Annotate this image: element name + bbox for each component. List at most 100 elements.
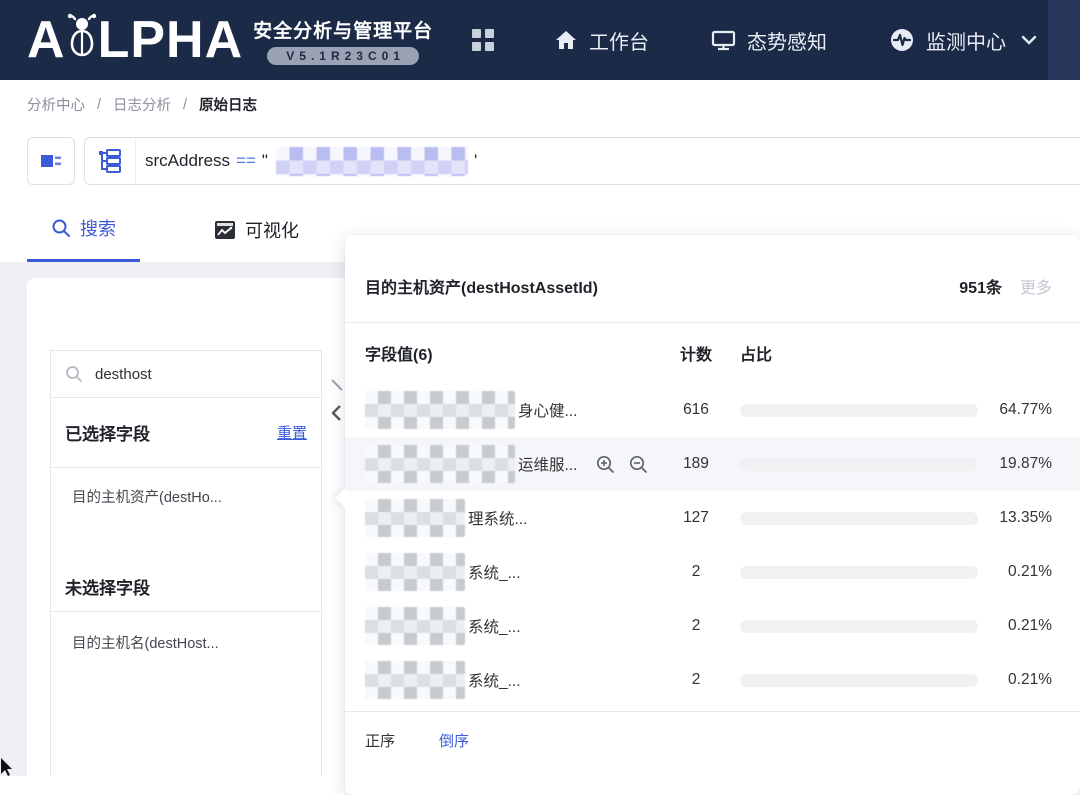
sort-footer: 正序 倒序: [345, 711, 1080, 751]
query-open-quote: ": [262, 151, 268, 171]
search-icon: [65, 365, 83, 383]
row-percent: 0.21%: [978, 617, 1052, 635]
tab-visualization[interactable]: 可视化: [190, 205, 323, 262]
platform-subtitle: 安全分析与管理平台: [253, 16, 433, 43]
layout-icon: [40, 152, 62, 170]
field-value-tail: 系统_...: [468, 561, 521, 583]
version-badge: V5.1R23C01: [267, 47, 419, 65]
chart-window-icon: [214, 220, 236, 240]
breadcrumb-separator: /: [183, 97, 187, 113]
field-value-tail: 理系统...: [468, 507, 527, 529]
selected-fields-title: 已选择字段: [65, 420, 150, 445]
selected-field-item[interactable]: 目的主机资产(destHo...: [72, 486, 307, 507]
stats-row[interactable]: 系统_... 2 0.21%: [345, 545, 1080, 599]
row-percent: 13.35%: [978, 509, 1052, 527]
tree-structure-icon: [97, 148, 123, 174]
query-value-redacted: [276, 147, 468, 176]
stats-row[interactable]: 身心健... 616 64.77%: [345, 383, 1080, 437]
column-field-value: 字段值(6): [365, 341, 660, 365]
column-ratio: 占比: [740, 341, 978, 365]
popover-header: 目的主机资产(destHostAssetId) 951条 更多: [345, 235, 1080, 323]
search-icon: [51, 218, 71, 238]
ratio-bar: [740, 404, 978, 417]
field-value-tail: 系统_...: [468, 615, 521, 637]
redacted-value: [365, 661, 465, 699]
row-percent: 64.77%: [978, 401, 1052, 419]
nav-item-label: 工作台: [589, 26, 649, 55]
chevron-down-icon: [1021, 34, 1037, 46]
layout-view-button[interactable]: [27, 137, 75, 185]
breadcrumb: 分析中心 / 日志分析 / 原始日志: [27, 94, 257, 115]
breadcrumb-raw-logs: 原始日志: [199, 94, 257, 115]
nav-item-situation[interactable]: 态势感知: [711, 26, 827, 55]
nav-item-monitoring-center[interactable]: 监测中心: [889, 26, 1037, 55]
stats-row[interactable]: 理系统... 127 13.35%: [345, 491, 1080, 545]
result-tabs: 搜索 可视化: [0, 205, 323, 262]
filter-include-zoom-in-icon[interactable]: [596, 455, 615, 474]
redacted-value: [365, 391, 515, 429]
unselected-field-item[interactable]: 目的主机名(destHost...: [72, 632, 307, 653]
ratio-bar: [740, 512, 978, 525]
nav-item-label: 监测中心: [926, 26, 1006, 55]
redacted-value: [365, 499, 465, 537]
unselected-fields-header: 未选择字段: [51, 561, 321, 612]
row-count: 2: [660, 563, 732, 581]
search-query-field[interactable]: srcAddress == " ': [84, 137, 1080, 185]
fields-sidebar: 已选择字段 重置 目的主机资产(destHo... 未选择字段 目的主机名(de…: [50, 350, 322, 776]
tab-label: 可视化: [245, 217, 299, 243]
more-link[interactable]: 更多: [1020, 274, 1052, 298]
redacted-value: [365, 607, 465, 645]
apps-grid-icon[interactable]: [470, 27, 496, 53]
field-stats-popover: 目的主机资产(destHostAssetId) 951条 更多 字段值(6) 计…: [345, 235, 1080, 795]
query-bar: srcAddress == " ': [0, 132, 1080, 192]
popover-title: 目的主机资产(destHostAssetId): [365, 274, 598, 298]
redacted-value: [365, 553, 465, 591]
query-field-name: srcAddress: [145, 151, 230, 171]
breadcrumb-log-analysis[interactable]: 日志分析: [113, 94, 171, 115]
unselected-fields-title: 未选择字段: [65, 574, 150, 599]
row-count: 2: [660, 671, 732, 689]
ratio-bar: [740, 620, 978, 633]
query-tree-button[interactable]: [85, 138, 136, 184]
tab-search[interactable]: 搜索: [27, 205, 140, 262]
row-count: 127: [660, 509, 732, 527]
row-count: 2: [660, 617, 732, 635]
nav-item-workbench[interactable]: 工作台: [554, 26, 649, 55]
stats-column-headers: 字段值(6) 计数 占比: [345, 323, 1080, 383]
row-count: 616: [660, 401, 732, 419]
ratio-bar: [740, 566, 978, 579]
field-value-tail: 运维服...: [518, 453, 577, 475]
breadcrumb-separator: /: [97, 97, 101, 113]
reset-link[interactable]: 重置: [277, 422, 307, 443]
top-navbar: A LPHA 安全分析与管理平台 V5.1R23C01: [0, 0, 1080, 80]
row-count: 189: [660, 455, 732, 473]
sidebar-collapse-chevron-left-icon[interactable]: [328, 378, 344, 422]
sort-descending-link[interactable]: 倒序: [439, 730, 469, 751]
breadcrumb-analysis-center[interactable]: 分析中心: [27, 94, 85, 115]
nav-item-label: 态势感知: [747, 26, 827, 55]
query-expression[interactable]: srcAddress == " ': [136, 147, 477, 176]
field-search-input[interactable]: [95, 366, 275, 383]
unselected-fields-list: 目的主机名(destHost...: [51, 612, 321, 653]
query-operator: ==: [236, 151, 256, 171]
sort-ascending-link[interactable]: 正序: [365, 730, 395, 751]
ratio-bar: [740, 674, 978, 687]
selected-fields-list: 目的主机资产(destHo...: [51, 468, 321, 561]
selected-fields-header: 已选择字段 重置: [51, 398, 321, 468]
field-value-tail: 系统_...: [468, 669, 521, 691]
stats-rows: 身心健... 616 64.77% 运维服...: [345, 383, 1080, 707]
row-percent: 0.21%: [978, 671, 1052, 689]
field-search-box[interactable]: [51, 351, 321, 398]
mouse-cursor: [0, 758, 14, 776]
row-percent: 0.21%: [978, 563, 1052, 581]
logo-text-prefix: A: [27, 0, 66, 80]
ratio-bar: [740, 458, 978, 471]
filter-exclude-zoom-out-icon[interactable]: [629, 455, 648, 474]
stats-row[interactable]: 运维服...: [345, 437, 1080, 491]
monitor-icon: [711, 28, 736, 52]
stats-row[interactable]: 系统_... 2 0.21%: [345, 599, 1080, 653]
row-percent: 19.87%: [978, 455, 1052, 473]
app-logo: A LPHA 安全分析与管理平台 V5.1R23C01: [27, 0, 433, 80]
logo-text-suffix: LPHA: [98, 0, 244, 80]
stats-row[interactable]: 系统_... 2 0.21%: [345, 653, 1080, 707]
